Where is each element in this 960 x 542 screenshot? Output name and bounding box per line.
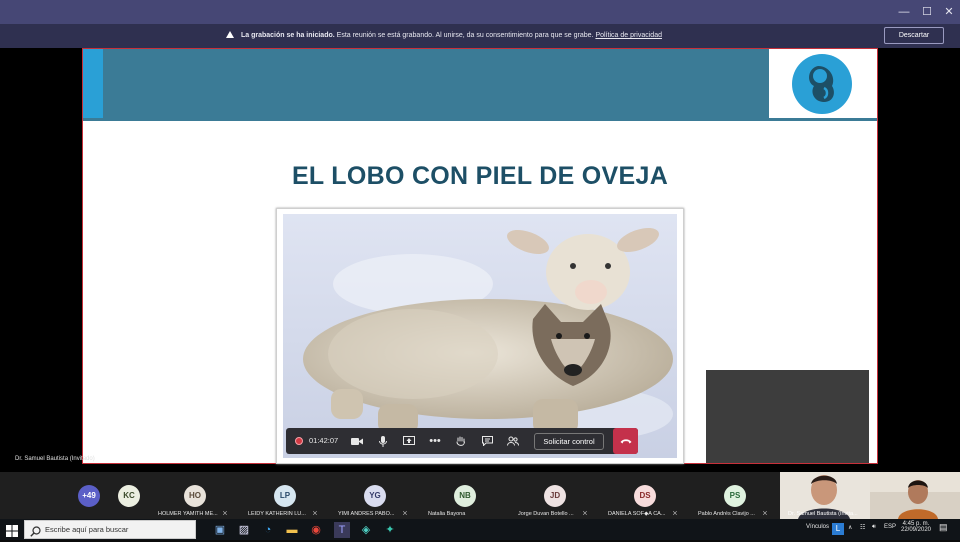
clock[interactable]: 4:45 p. m. 22/09/2020 xyxy=(900,521,932,533)
participant-name: Pablo Andrés Clavijo ... xyxy=(698,511,755,517)
app-icon[interactable]: ◈ xyxy=(358,522,374,538)
chrome-icon[interactable]: ◉ xyxy=(308,522,324,538)
participant-avatar[interactable]: KC xyxy=(118,485,140,507)
teams-active-icon[interactable]: T xyxy=(334,522,350,538)
mic-off-icon: ⨯ xyxy=(312,510,318,517)
slide-title: EL LOBO CON PIEL DE OVEJA xyxy=(291,162,669,190)
participant-avatar[interactable]: LP xyxy=(274,485,296,507)
links-toolbar-label[interactable]: Vínculos xyxy=(806,524,829,530)
search-icon xyxy=(30,524,41,537)
participant-video-tile[interactable] xyxy=(870,472,960,519)
hang-up-button[interactable] xyxy=(613,428,638,454)
recording-indicator-icon xyxy=(295,437,303,445)
phone-hangup-icon xyxy=(620,439,631,444)
slide-header-band xyxy=(83,49,769,121)
camera-icon[interactable] xyxy=(348,428,366,454)
participant-avatar[interactable]: JD xyxy=(544,485,566,507)
app-icon[interactable]: ✦ xyxy=(382,522,398,538)
participant-avatar[interactable]: PS xyxy=(724,485,746,507)
presenter-label: Dr. Samuel Bautista (Invitado) xyxy=(15,456,95,462)
language-indicator[interactable]: ESP xyxy=(884,524,896,530)
raise-hand-icon[interactable] xyxy=(452,428,470,454)
microphone-icon[interactable] xyxy=(374,428,392,454)
teams-app-icon[interactable]: ▨ xyxy=(236,522,252,538)
chevron-up-icon[interactable]: ∧ xyxy=(848,524,852,531)
mic-off-icon: ⨯ xyxy=(762,510,768,517)
notifications-icon[interactable]: ▤ xyxy=(939,522,948,533)
request-control-button[interactable]: Solicitar control xyxy=(534,433,604,450)
share-screen-icon[interactable] xyxy=(400,428,418,454)
dismiss-button[interactable]: Descartar xyxy=(884,27,944,44)
participant-avatar[interactable]: NB xyxy=(454,485,476,507)
call-timer: 01:42:07 xyxy=(309,436,339,445)
edge-icon[interactable]: ◔ xyxy=(260,522,276,538)
mic-off-icon: ⨯ xyxy=(672,510,678,517)
participant-name: Jorge Duvan Botello ... xyxy=(518,511,574,517)
file-explorer-icon[interactable]: ▬ xyxy=(284,522,300,538)
self-video-preview xyxy=(706,370,869,463)
privacy-policy-link[interactable]: Política de privacidad xyxy=(595,32,662,39)
recording-banner: La grabación se ha iniciado. Esta reunió… xyxy=(0,24,960,48)
overflow-participants-badge[interactable]: +49 xyxy=(78,485,100,507)
participant-name: HOLMER YAMITH ME... xyxy=(158,511,218,517)
mic-off-icon: ⨯ xyxy=(582,510,588,517)
participant-name: DANIELA SOF◆A CA... xyxy=(608,511,666,517)
volume-icon[interactable]: 🔊︎ xyxy=(872,524,876,531)
more-options-icon[interactable]: ••• xyxy=(426,428,444,454)
recording-banner-title: La grabación se ha iniciado. xyxy=(240,32,335,39)
recording-banner-text: Esta reunión se está grabando. Al unirse… xyxy=(334,32,596,39)
fetus-logo-icon xyxy=(790,52,854,116)
task-view-icon[interactable]: ▣ xyxy=(212,522,228,538)
clock-date: 22/09/2020 xyxy=(900,527,932,533)
network-icon[interactable]: ☷ xyxy=(860,524,865,531)
participant-avatar[interactable]: DS xyxy=(634,485,656,507)
slide-header-underline xyxy=(83,118,877,121)
taskbar-search-input[interactable]: Escribe aquí para buscar xyxy=(24,520,196,539)
windows-start-icon[interactable] xyxy=(6,524,18,537)
participants-icon[interactable] xyxy=(504,428,522,454)
app-tray-icon[interactable]: L xyxy=(832,523,844,535)
warning-icon xyxy=(226,31,234,38)
video-tile-name: Dr. Samuel Bautista (Invita... xyxy=(788,511,858,517)
window-titlebar xyxy=(0,0,960,24)
participant-name: YIMI ANDRES PABO... xyxy=(338,511,395,517)
mic-off-icon: ⨯ xyxy=(222,510,228,517)
participant-name: Natalia Bayona xyxy=(428,511,466,517)
participant-avatar[interactable]: YG xyxy=(364,485,386,507)
participant-avatar[interactable]: HO xyxy=(184,485,206,507)
slide-header-accent xyxy=(83,49,103,121)
mic-off-icon: ⨯ xyxy=(402,510,408,517)
wolf-in-sheep-image xyxy=(283,214,677,458)
close-button[interactable]: ✕ xyxy=(938,0,960,24)
chat-icon[interactable] xyxy=(478,428,496,454)
participant-name: LEIDY KATHERIN LU... xyxy=(248,511,306,517)
minimize-button[interactable]: — xyxy=(893,0,915,24)
maximize-button[interactable]: ☐ xyxy=(916,0,938,24)
